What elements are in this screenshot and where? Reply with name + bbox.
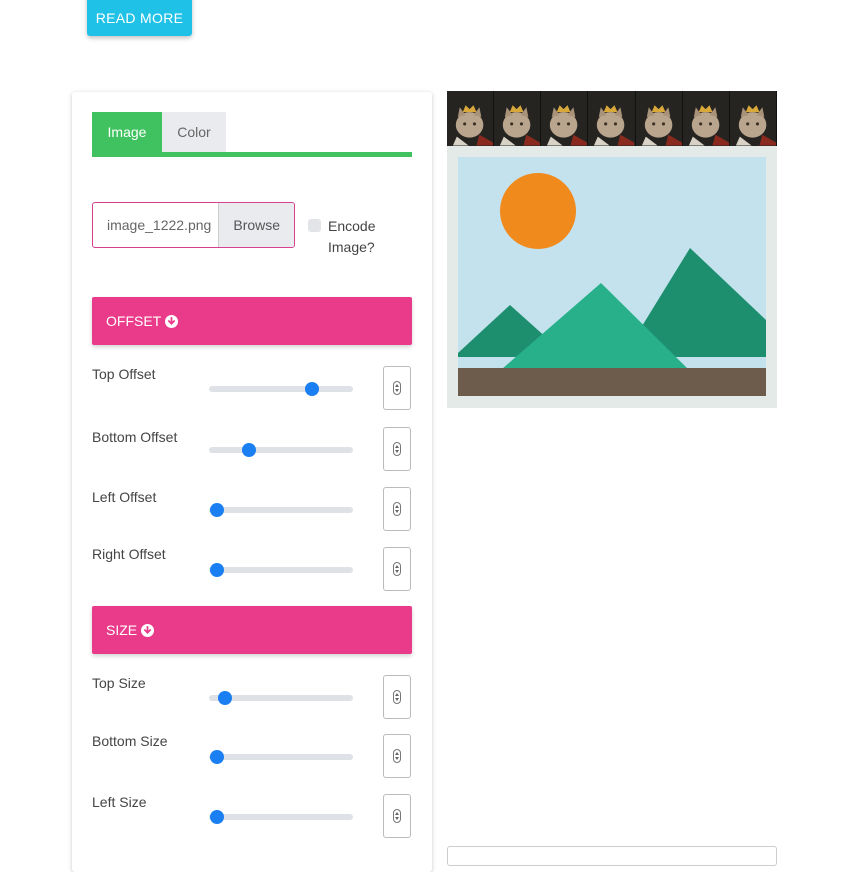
offset-number-input[interactable] xyxy=(383,487,411,531)
offset-number-input[interactable] xyxy=(383,427,411,471)
landscape-placeholder-image xyxy=(458,157,766,396)
offset-row-label: Right Offset xyxy=(92,546,166,562)
offset-row: Top Offset xyxy=(92,366,412,412)
offset-slider-track[interactable] xyxy=(209,443,353,457)
image-preview-panel xyxy=(447,91,777,408)
number-spinner-icon[interactable] xyxy=(393,809,401,823)
chevron-circle-down-icon xyxy=(165,314,179,328)
offset-number-input[interactable] xyxy=(383,547,411,591)
offset-row: Right Offset xyxy=(92,546,412,593)
number-spinner-icon[interactable] xyxy=(393,442,401,456)
encode-image-option[interactable]: Encode Image? xyxy=(308,216,398,258)
offset-section-title: OFFSET xyxy=(106,313,162,329)
cat-thumbnail-image xyxy=(635,91,683,146)
number-spinner-icon[interactable] xyxy=(393,690,401,704)
file-input-group[interactable]: image_1222.png Browse xyxy=(92,202,295,248)
tab-indicator xyxy=(92,152,412,157)
size-number-input[interactable] xyxy=(383,794,411,838)
offset-slider-track[interactable] xyxy=(209,382,353,396)
size-row-label: Left Size xyxy=(92,794,147,810)
size-section-title: SIZE xyxy=(106,622,138,638)
offset-slider-thumb[interactable] xyxy=(210,563,224,577)
size-slider-thumb[interactable] xyxy=(210,810,224,824)
offset-row-label: Left Offset xyxy=(92,489,157,505)
offset-section-header[interactable]: OFFSET xyxy=(92,297,412,345)
offset-row-label: Top Offset xyxy=(92,366,156,382)
size-number-input[interactable] xyxy=(383,734,411,778)
cat-image-strip xyxy=(447,91,777,146)
offset-row-label: Bottom Offset xyxy=(92,429,178,445)
file-name-field[interactable]: image_1222.png xyxy=(93,203,218,247)
settings-panel: Image Color image_1222.png Browse Encode… xyxy=(72,92,432,872)
size-row: Bottom Size xyxy=(92,733,412,780)
secondary-preview-box xyxy=(447,846,777,866)
offset-slider-thumb[interactable] xyxy=(242,443,256,457)
offset-number-input[interactable] xyxy=(383,366,411,410)
offset-row: Bottom Offset xyxy=(92,427,412,473)
size-section-header[interactable]: SIZE xyxy=(92,606,412,654)
browse-button[interactable]: Browse xyxy=(218,203,294,247)
cat-thumbnail-image xyxy=(588,91,636,146)
encode-image-checkbox[interactable] xyxy=(308,219,321,232)
encode-image-label: Encode Image? xyxy=(328,218,376,255)
read-more-button[interactable]: READ MORE xyxy=(87,0,192,36)
cat-thumbnail-image xyxy=(541,91,589,146)
number-spinner-icon[interactable] xyxy=(393,749,401,763)
tab-color[interactable]: Color xyxy=(162,112,226,152)
chevron-circle-down-icon xyxy=(141,623,155,637)
cat-thumbnail-image xyxy=(682,91,730,146)
offset-slider-track[interactable] xyxy=(209,563,353,577)
number-spinner-icon[interactable] xyxy=(393,502,401,516)
cat-thumbnail-image xyxy=(494,91,542,146)
offset-slider-thumb[interactable] xyxy=(304,382,319,396)
size-row-label: Bottom Size xyxy=(92,733,168,749)
offset-slider-thumb[interactable] xyxy=(210,503,224,517)
cat-thumbnail-image xyxy=(447,91,495,146)
size-row: Top Size xyxy=(92,675,412,721)
size-slider-thumb[interactable] xyxy=(210,750,224,764)
size-slider-track[interactable] xyxy=(209,691,353,705)
number-spinner-icon[interactable] xyxy=(393,562,401,576)
size-slider-track[interactable] xyxy=(209,750,353,764)
size-row-label: Top Size xyxy=(92,675,146,691)
tab-image[interactable]: Image xyxy=(92,112,162,152)
offset-row: Left Offset xyxy=(92,487,412,533)
cat-thumbnail-image xyxy=(729,91,777,146)
offset-slider-track[interactable] xyxy=(209,503,353,517)
size-row: Left Size xyxy=(92,794,412,840)
number-spinner-icon[interactable] xyxy=(393,381,401,395)
size-slider-thumb[interactable] xyxy=(217,691,232,705)
size-slider-track[interactable] xyxy=(209,810,353,824)
size-number-input[interactable] xyxy=(383,675,411,719)
tab-bar: Image Color xyxy=(92,112,412,158)
